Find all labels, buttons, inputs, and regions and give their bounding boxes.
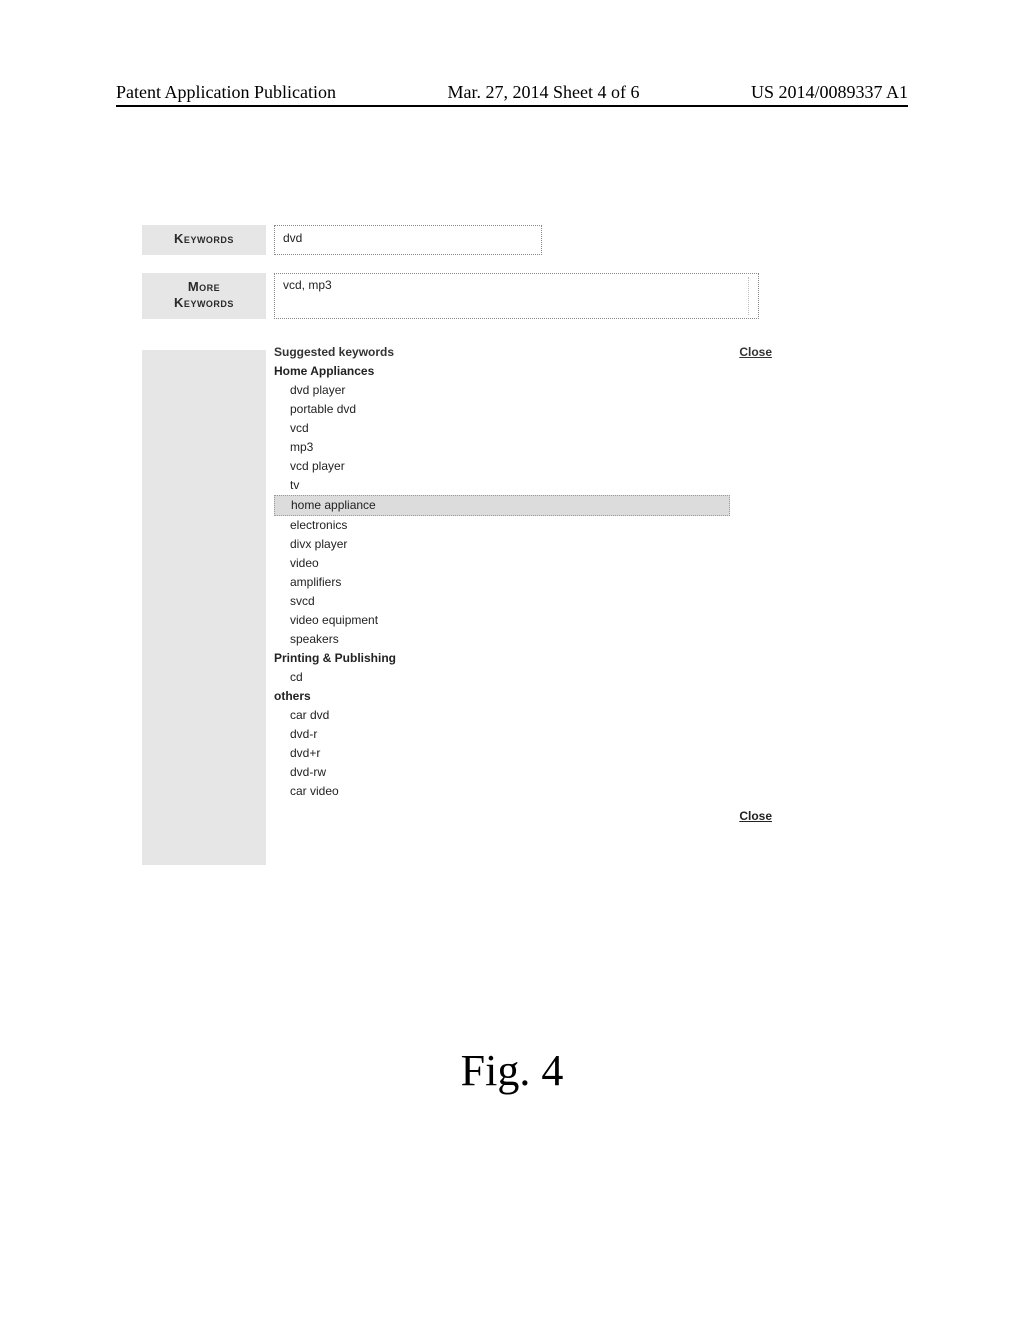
- more-keywords-input[interactable]: vcd, mp3: [274, 273, 759, 319]
- suggest-keyword[interactable]: amplifiers: [274, 573, 772, 592]
- keywords-row: Keywords dvd: [142, 225, 772, 255]
- close-row-bottom: Close: [274, 807, 772, 826]
- scrollbar-icon[interactable]: [748, 277, 755, 315]
- suggest-category: Printing & Publishing: [274, 649, 772, 668]
- page-header: Patent Application Publication Mar. 27, …: [116, 82, 908, 107]
- suggested-body: Home Appliancesdvd playerportable dvdvcd…: [274, 362, 772, 801]
- suggest-keyword[interactable]: divx player: [274, 535, 772, 554]
- close-link-bottom[interactable]: Close: [739, 809, 772, 823]
- sidebar-fill: [142, 350, 266, 865]
- suggest-keyword[interactable]: home appliance: [274, 495, 730, 516]
- suggest-keyword[interactable]: svcd: [274, 592, 772, 611]
- suggest-keyword[interactable]: dvd+r: [274, 744, 772, 763]
- suggest-keyword[interactable]: cd: [274, 668, 772, 687]
- more-keywords-label-line1: More: [188, 279, 220, 294]
- suggest-keyword[interactable]: tv: [274, 476, 772, 495]
- keywords-input[interactable]: dvd: [274, 225, 542, 255]
- suggest-keyword[interactable]: dvd player: [274, 381, 772, 400]
- suggest-keyword[interactable]: vcd player: [274, 457, 772, 476]
- header-mid: Mar. 27, 2014 Sheet 4 of 6: [447, 82, 639, 103]
- suggest-keyword[interactable]: dvd-r: [274, 725, 772, 744]
- suggest-keyword[interactable]: mp3: [274, 438, 772, 457]
- suggested-title: Suggested keywords: [274, 343, 394, 362]
- suggest-keyword[interactable]: video: [274, 554, 772, 573]
- more-keywords-label-line2: Keywords: [174, 295, 234, 310]
- suggested-keywords-panel: Suggested keywords Close Home Appliances…: [274, 343, 772, 826]
- suggested-header: Suggested keywords Close: [274, 343, 772, 362]
- close-link-top[interactable]: Close: [739, 343, 772, 362]
- suggest-keyword[interactable]: speakers: [274, 630, 772, 649]
- figure-caption: Fig. 4: [0, 1045, 1024, 1096]
- suggest-keyword[interactable]: portable dvd: [274, 400, 772, 419]
- keywords-label: Keywords: [142, 225, 266, 255]
- suggest-keyword[interactable]: dvd-rw: [274, 763, 772, 782]
- header-right: US 2014/0089337 A1: [751, 82, 908, 103]
- suggest-keyword[interactable]: car video: [274, 782, 772, 801]
- more-keywords-value: vcd, mp3: [283, 278, 332, 292]
- figure-body: Keywords dvd More Keywords vcd, mp3: [142, 225, 772, 319]
- suggest-keyword[interactable]: electronics: [274, 516, 772, 535]
- more-keywords-label: More Keywords: [142, 273, 266, 319]
- suggest-keyword[interactable]: car dvd: [274, 706, 772, 725]
- more-keywords-row: More Keywords vcd, mp3: [142, 273, 772, 319]
- suggest-category: Home Appliances: [274, 362, 772, 381]
- suggest-category: others: [274, 687, 772, 706]
- suggest-keyword[interactable]: vcd: [274, 419, 772, 438]
- suggest-keyword[interactable]: video equipment: [274, 611, 772, 630]
- header-left: Patent Application Publication: [116, 82, 336, 103]
